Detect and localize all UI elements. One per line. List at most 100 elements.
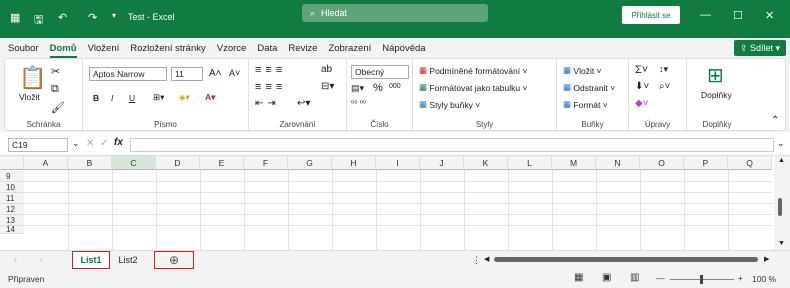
tabs-splitter-icon[interactable]: ⋮ bbox=[472, 255, 481, 266]
find-icon[interactable]: ⌕˅ bbox=[659, 81, 670, 92]
italic-button[interactable]: I bbox=[111, 93, 113, 103]
row-header-10[interactable]: 10 bbox=[0, 182, 24, 193]
zoom-in-icon[interactable]: + bbox=[738, 273, 743, 283]
search-input[interactable]: ⌕ Hledat bbox=[302, 4, 488, 22]
delete-cells-button[interactable]: ▦ Odstranit ˅ bbox=[563, 82, 615, 93]
col-header-k[interactable]: K bbox=[464, 156, 508, 170]
tab-file[interactable]: Soubor bbox=[8, 43, 39, 54]
format-cells-button[interactable]: ▦ Formát ˅ bbox=[563, 99, 608, 110]
font-size-select[interactable]: 11 bbox=[171, 67, 203, 81]
col-header-i[interactable]: I bbox=[376, 156, 420, 170]
fill-color-icon[interactable]: ◈▾ bbox=[179, 92, 190, 103]
col-header-q[interactable]: Q bbox=[728, 156, 772, 170]
bold-button[interactable]: B bbox=[93, 93, 99, 103]
maximize-icon[interactable]: ☐ bbox=[733, 9, 743, 22]
col-header-l[interactable]: L bbox=[508, 156, 552, 170]
thousands-icon[interactable]: 000 bbox=[389, 83, 401, 90]
scroll-left-icon[interactable]: ◀ bbox=[484, 255, 489, 263]
percent-icon[interactable]: % bbox=[373, 82, 383, 94]
vertical-align-icons[interactable]: ≡≡≡ bbox=[255, 64, 286, 76]
normal-view-icon[interactable]: ▦ bbox=[574, 272, 583, 283]
scroll-tabs-left-icon[interactable]: ‹ bbox=[14, 255, 17, 264]
confirm-formula-icon[interactable]: ✓ bbox=[100, 138, 108, 149]
tab-page-layout[interactable]: Rozložení stránky bbox=[130, 43, 206, 54]
horizontal-scroll-thumb[interactable] bbox=[494, 257, 758, 262]
number-format-select[interactable]: Obecný bbox=[351, 65, 409, 79]
addins-button[interactable]: Doplňky bbox=[701, 90, 732, 100]
page-layout-view-icon[interactable]: ▣ bbox=[602, 272, 611, 283]
col-header-b[interactable]: B bbox=[68, 156, 112, 170]
indent-icons[interactable]: ⇤⇥ bbox=[255, 98, 280, 109]
add-sheet-button[interactable]: ⊕ bbox=[154, 251, 194, 269]
vertical-scrollbar[interactable] bbox=[774, 156, 790, 250]
row-header-13[interactable]: 13 bbox=[0, 215, 24, 226]
format-painter-icon[interactable]: 🖌 bbox=[51, 101, 65, 114]
orientation-icon[interactable]: ab bbox=[321, 64, 332, 75]
wrap-icon[interactable]: ↩▾ bbox=[297, 98, 310, 109]
font-name-select[interactable]: Aptos Narrow bbox=[89, 67, 167, 81]
format-as-table-button[interactable]: ▦ Formátovat jako tabulku ˅ bbox=[419, 82, 527, 93]
cut-icon[interactable]: ✂ bbox=[51, 65, 60, 78]
namebox-dropdown-icon[interactable]: ⌄ bbox=[72, 138, 80, 149]
sheet-tab-list1[interactable]: List1 bbox=[72, 251, 110, 269]
formula-input[interactable] bbox=[130, 138, 774, 152]
col-header-p[interactable]: P bbox=[684, 156, 728, 170]
redo-icon[interactable]: ↷ bbox=[88, 11, 97, 24]
merge-icon[interactable]: ⊟▾ bbox=[321, 81, 334, 92]
col-header-d[interactable]: D bbox=[156, 156, 200, 170]
fill-icon[interactable]: ⬇˅ bbox=[635, 81, 649, 92]
col-header-g[interactable]: G bbox=[288, 156, 332, 170]
underline-button[interactable]: U bbox=[129, 93, 135, 103]
sort-filter-icon[interactable]: ↕▾ bbox=[659, 64, 668, 75]
zoom-level[interactable]: 100 % bbox=[752, 274, 776, 284]
col-header-o[interactable]: O bbox=[640, 156, 684, 170]
paste-icon[interactable]: 📋 bbox=[19, 65, 46, 91]
minimize-icon[interactable]: — bbox=[700, 9, 711, 21]
tab-insert[interactable]: Vložení bbox=[88, 43, 120, 54]
borders-icon[interactable]: ⊞▾ bbox=[153, 92, 164, 103]
sheet-tab-list2[interactable]: List2 bbox=[112, 251, 144, 269]
select-all-corner[interactable] bbox=[0, 156, 24, 170]
row-header-9[interactable]: 9 bbox=[0, 171, 24, 182]
zoom-slider-thumb[interactable] bbox=[700, 275, 703, 284]
paste-button[interactable]: Vložit bbox=[19, 92, 40, 102]
row-header-11[interactable]: 11 bbox=[0, 193, 24, 204]
undo-icon[interactable]: ↶ bbox=[58, 11, 67, 24]
tab-help[interactable]: Nápověda bbox=[382, 43, 425, 54]
tab-formulas[interactable]: Vzorce bbox=[217, 43, 247, 54]
copy-icon[interactable]: ⧉ bbox=[51, 83, 59, 96]
shrink-font-icon[interactable]: A˅ bbox=[229, 68, 240, 78]
font-color-icon[interactable]: A▾ bbox=[205, 92, 215, 103]
vertical-scroll-thumb[interactable] bbox=[778, 198, 782, 216]
cell-styles-button[interactable]: ▦ Styly buňky ˅ bbox=[419, 99, 480, 110]
row-header-14[interactable]: 14 bbox=[0, 226, 24, 234]
scroll-tabs-right-icon[interactable]: › bbox=[40, 255, 43, 264]
col-header-n[interactable]: N bbox=[596, 156, 640, 170]
col-header-e[interactable]: E bbox=[200, 156, 244, 170]
horizontal-align-icons[interactable]: ≡≡≡ bbox=[255, 81, 286, 93]
save-icon[interactable]: 🖫 bbox=[34, 11, 43, 30]
scroll-up-icon[interactable]: ▲ bbox=[778, 157, 785, 164]
tab-view[interactable]: Zobrazení bbox=[328, 43, 371, 54]
cancel-formula-icon[interactable]: ✕ bbox=[86, 138, 94, 149]
close-icon[interactable]: ✕ bbox=[765, 9, 774, 22]
collapse-ribbon-icon[interactable]: ⌃ bbox=[771, 115, 779, 126]
conditional-formatting-button[interactable]: ▦ Podmíněné formátování ˅ bbox=[419, 65, 527, 76]
grow-font-icon[interactable]: A˄ bbox=[209, 68, 222, 79]
name-box[interactable]: C19 bbox=[8, 138, 68, 152]
addins-icon[interactable]: ⊞ bbox=[707, 63, 724, 88]
decimal-icons[interactable]: ⁰⁰ ⁰⁰ bbox=[351, 99, 366, 108]
col-header-h[interactable]: H bbox=[332, 156, 376, 170]
col-header-a[interactable]: A bbox=[24, 156, 68, 170]
share-button[interactable]: ⇪ Sdílet ▾ bbox=[733, 40, 786, 56]
tab-data[interactable]: Data bbox=[257, 43, 277, 54]
insert-cells-button[interactable]: ▦ Vložit ˅ bbox=[563, 65, 602, 76]
insert-function-icon[interactable]: fx bbox=[114, 137, 123, 148]
quick-access-menu-icon[interactable]: ▾ bbox=[112, 11, 116, 20]
row-header-12[interactable]: 12 bbox=[0, 204, 24, 215]
page-break-view-icon[interactable]: ▥ bbox=[630, 272, 639, 283]
col-header-j[interactable]: J bbox=[420, 156, 464, 170]
zoom-out-icon[interactable]: — bbox=[656, 273, 665, 283]
scroll-right-icon[interactable]: ▶ bbox=[764, 255, 769, 263]
login-button[interactable]: Přihlásit se bbox=[622, 6, 680, 24]
